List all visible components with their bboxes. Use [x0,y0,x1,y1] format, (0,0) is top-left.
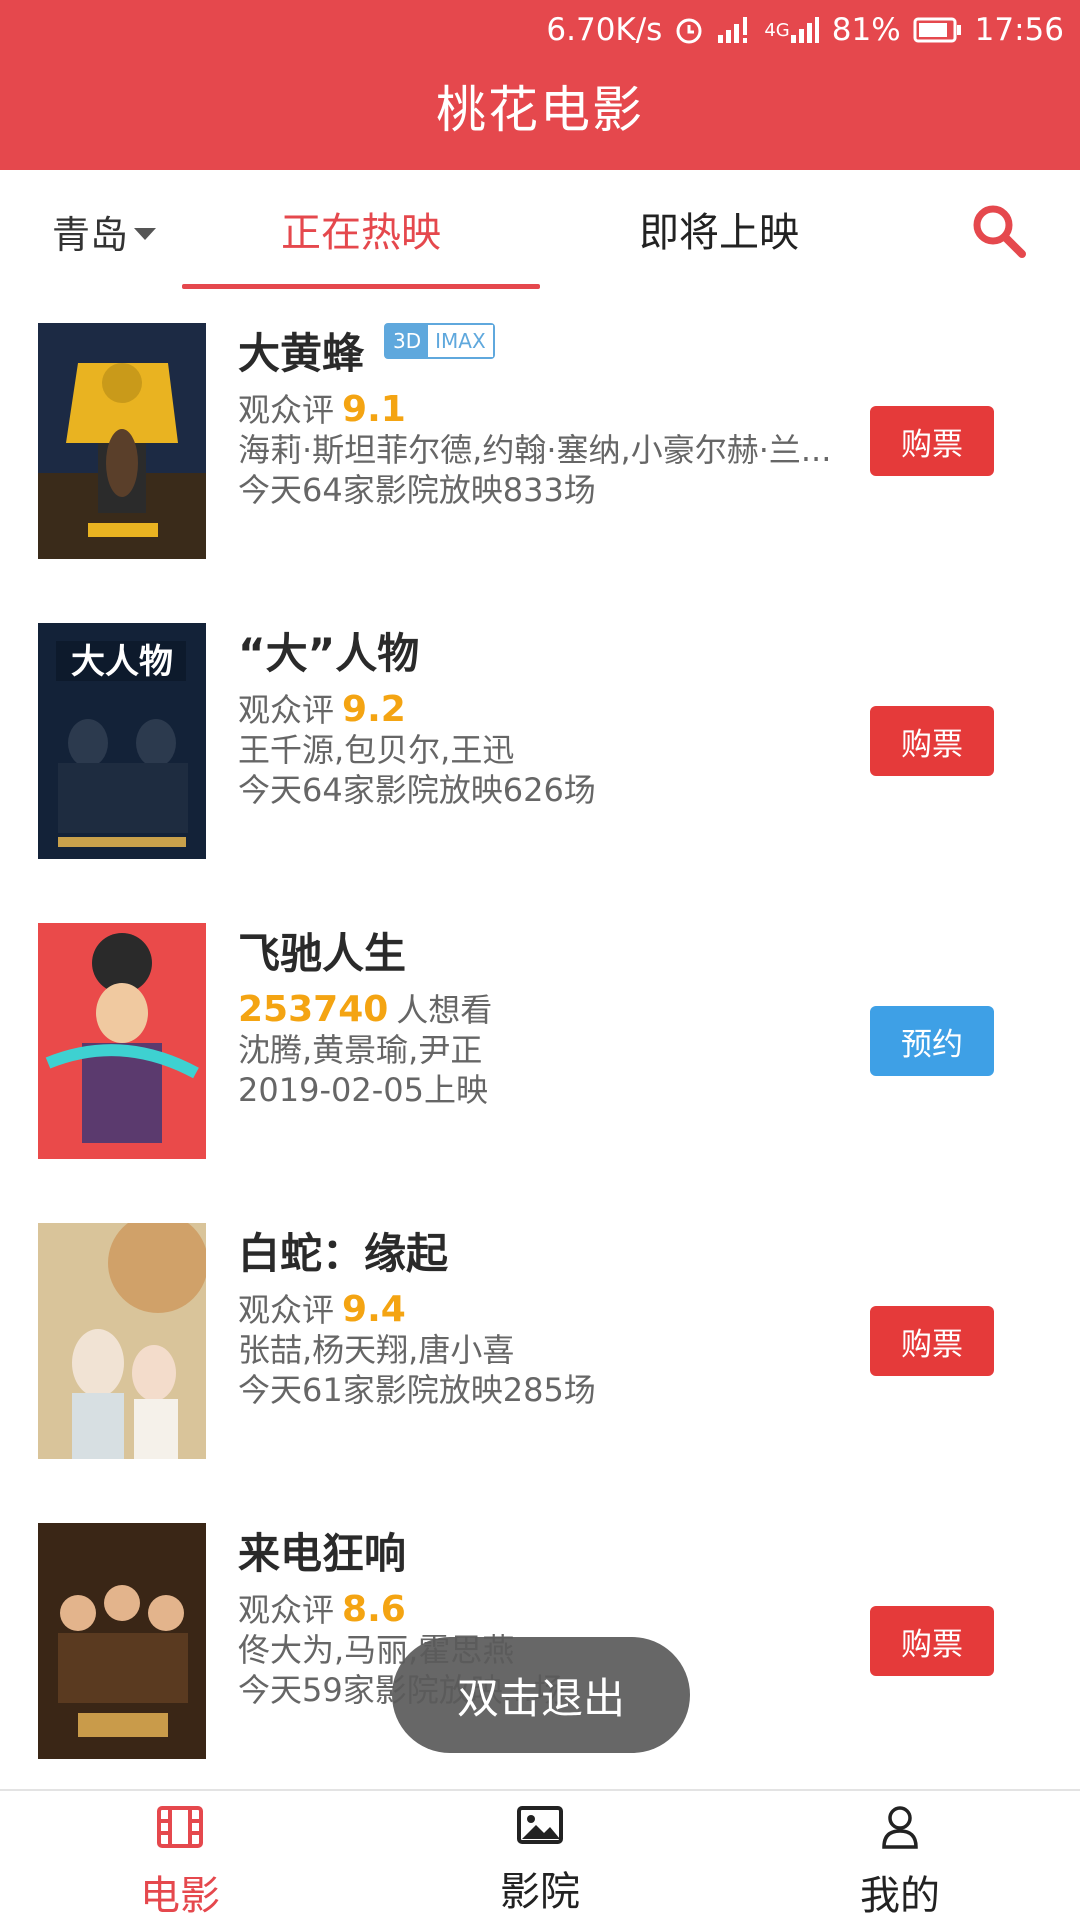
signal-icon [716,17,752,43]
nav-cinemas[interactable]: 影院 [360,1791,720,1920]
bottom-nav: 电影 影院 我的 [0,1789,1080,1920]
rating-label: 观众评 [238,1591,335,1629]
tag-imax: IMAX [428,325,493,357]
movie-info: “大”人物 观众评 9.2 王千源,包贝尔,王迅 今天64家影院放映626场 [238,620,858,810]
caret-down-icon [134,227,157,240]
nav-mine[interactable]: 我的 [720,1791,1080,1920]
rating-label: 观众评 [238,691,335,729]
movie-title: 白蛇：缘起 [238,1228,449,1278]
movie-item[interactable]: 大人物 “大”人物 观众评 9.2 王千源,包贝尔,王迅 今天64家影院放映626… [0,590,1080,890]
movie-release-date: 2019-02-05上映 [238,1071,488,1109]
search-icon[interactable] [968,200,1030,262]
app-screen: 6.70K/s 4G 81% 17:56 桃花电影 青岛 正在热映 即将上映 大… [0,0,1080,1920]
active-tab-indicator [182,284,540,289]
movie-showings: 今天64家影院放映833场 [238,471,596,509]
rating-line: 观众评 9.4 [238,1290,858,1330]
rating-label: 观众评 [238,391,335,429]
tab-coming-soon[interactable]: 即将上映 [540,200,898,258]
svg-text:大人物: 大人物 [71,642,173,682]
movie-poster[interactable] [38,1223,206,1459]
top-header: 6.70K/s 4G 81% 17:56 桃花电影 [0,0,1080,170]
movie-title: “大”人物 [238,628,420,678]
want-label: 人想看 [396,991,493,1029]
movie-item[interactable]: 白蛇：缘起 观众评 9.4 张喆,杨天翔,唐小喜 今天61家影院放映285场 购票 [0,1190,1080,1490]
buy-ticket-button[interactable]: 购票 [870,1306,994,1376]
rating-score: 8.6 [342,1590,406,1630]
rating-line: 观众评 8.6 [238,1590,858,1630]
movie-title: 来电狂响 [238,1528,407,1578]
picture-icon [516,1805,564,1849]
want-line: 253740 人想看 [238,990,858,1030]
nav-cinemas-label: 影院 [500,1869,580,1915]
battery-percent: 81% [831,12,901,48]
nav-movies[interactable]: 电影 [0,1791,360,1920]
movie-cast: 海莉·斯坦菲尔德,约翰·塞纳,小豪尔赫·兰... [238,431,832,469]
movie-cast: 张喆,杨天翔,唐小喜 [238,1331,515,1369]
user-icon [880,1805,920,1853]
rating-label: 观众评 [238,1291,335,1329]
movie-item[interactable]: 飞驰人生 253740 人想看 沈腾,黄景瑜,尹正 2019-02-05上映 预约 [0,890,1080,1190]
reserve-button[interactable]: 预约 [870,1006,994,1076]
city-label: 青岛 [52,213,129,257]
clock: 17:56 [974,12,1064,48]
movie-poster[interactable] [38,1523,206,1759]
movie-title: 大黄蜂 [238,328,365,378]
nav-movies-label: 电影 [140,1873,220,1919]
rating-line: 观众评 9.2 [238,690,858,730]
rating-score: 9.4 [342,1290,406,1330]
movie-info: 飞驰人生 253740 人想看 沈腾,黄景瑜,尹正 2019-02-05上映 [238,920,858,1110]
movie-poster[interactable]: 大人物 [38,623,206,859]
alarm-icon [674,15,704,45]
tag-3d: 3D [386,325,429,357]
buy-ticket-button[interactable]: 购票 [870,1606,994,1676]
movie-showings: 今天61家影院放映285场 [238,1371,596,1409]
format-tag: 3D IMAX [384,323,495,359]
movie-list: 大黄蜂 3D IMAX 观众评 9.1 海莉·斯坦菲尔德,约翰·塞纳,小豪尔赫·兰… [0,290,1080,1790]
buy-ticket-button[interactable]: 购票 [870,406,994,476]
rating-line: 观众评 9.1 [238,390,858,430]
movie-cast: 沈腾,黄景瑜,尹正 [238,1031,483,1069]
movie-cast: 王千源,包贝尔,王迅 [238,731,515,769]
nav-mine-label: 我的 [860,1873,940,1919]
tab-now-showing[interactable]: 正在热映 [182,200,540,258]
movie-item[interactable]: 大黄蜂 3D IMAX 观众评 9.1 海莉·斯坦菲尔德,约翰·塞纳,小豪尔赫·兰… [0,290,1080,590]
want-count: 253740 [238,990,389,1030]
app-title: 桃花电影 [436,81,644,139]
movie-poster[interactable] [38,323,206,559]
tab-bar: 青岛 正在热映 即将上映 [0,170,1080,290]
battery-icon [913,17,963,43]
film-icon [156,1805,204,1853]
movie-info: 白蛇：缘起 观众评 9.4 张喆,杨天翔,唐小喜 今天61家影院放映285场 [238,1220,858,1410]
movie-info: 大黄蜂 3D IMAX 观众评 9.1 海莉·斯坦菲尔德,约翰·塞纳,小豪尔赫·兰… [238,320,858,510]
network-speed: 6.70K/s [546,12,663,48]
movie-title: 飞驰人生 [238,928,407,978]
rating-score: 9.1 [342,390,406,430]
network-type: 4G [764,17,819,43]
status-bar: 6.70K/s 4G 81% 17:56 [546,0,1064,60]
buy-ticket-button[interactable]: 购票 [870,706,994,776]
rating-score: 9.2 [342,690,406,730]
city-selector[interactable]: 青岛 [52,204,157,259]
movie-showings: 今天64家影院放映626场 [238,771,596,809]
toast-message: 双击退出 [392,1637,690,1753]
movie-poster[interactable] [38,923,206,1159]
